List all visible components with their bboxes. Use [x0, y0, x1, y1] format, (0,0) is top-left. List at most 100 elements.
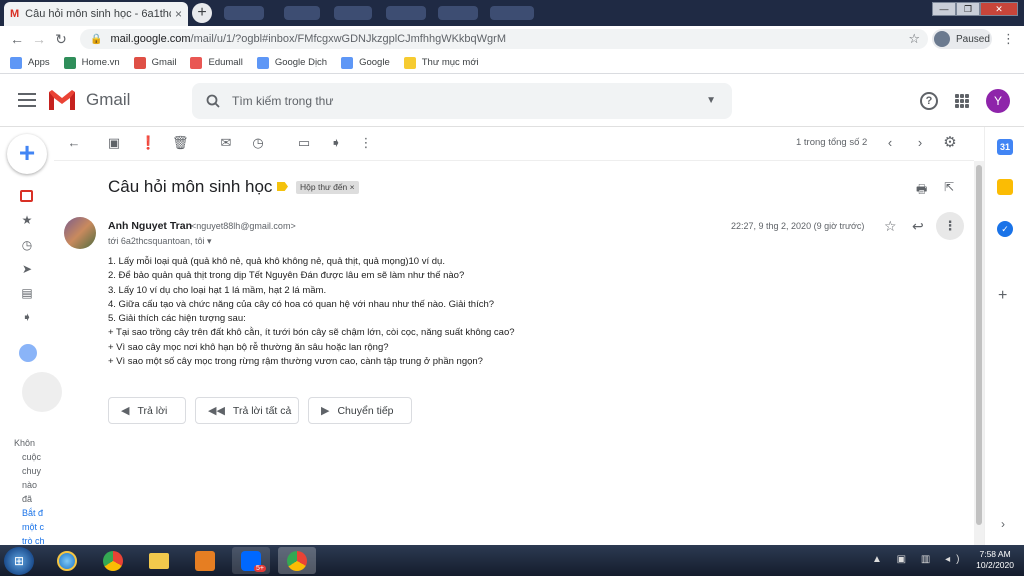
archive-icon[interactable]: ▣ [106, 135, 122, 151]
bookmark-item[interactable]: Apps [10, 56, 50, 69]
account-avatar[interactable]: Y [986, 89, 1010, 113]
sent-icon[interactable]: ➤ [20, 262, 34, 276]
scrollbar[interactable] [974, 161, 984, 545]
close-window-button[interactable]: ✕ [980, 2, 1018, 16]
folder-icon [403, 56, 416, 69]
calendar-icon[interactable]: 31 [997, 139, 1013, 155]
forward-button[interactable]: ▶ Chuyển tiếp [308, 397, 412, 424]
hangouts-text-fragment: đã [22, 494, 33, 504]
bookmark-item[interactable]: Home.vn [63, 56, 120, 69]
keep-icon[interactable] [997, 179, 1013, 195]
body-line: + Vì sao cây mọc nơi khô hạn bộ rễ thườn… [108, 341, 389, 353]
chrome-icon [103, 550, 123, 571]
label-icon[interactable]: ➧ [328, 135, 344, 151]
recipients[interactable]: tới 6a2thcsquantoan, tôi ▾ [108, 236, 212, 247]
reply-all-button[interactable]: ◀◀ Trả lời tất cả [195, 397, 299, 424]
background-tab[interactable] [490, 6, 534, 20]
message-body: 1. Lấy mỗi loại quả (quả khô nẻ, quả khô… [108, 255, 515, 369]
background-tab[interactable] [334, 6, 372, 20]
snooze-icon[interactable]: ◷ [250, 135, 266, 151]
reply-button[interactable]: ◀ Trả lời [108, 397, 186, 424]
bookmark-item[interactable]: Google Dịch [256, 56, 327, 69]
drafts-icon[interactable]: ▤ [20, 286, 34, 300]
snoozed-icon[interactable]: ◷ [20, 238, 34, 252]
bookmark-item[interactable]: Gmail [133, 56, 176, 69]
back-arrow-icon[interactable]: ← [6, 31, 28, 47]
starred-icon[interactable]: ★ [20, 213, 34, 227]
background-tab[interactable] [438, 6, 478, 20]
system-clock[interactable]: 7:58 AM 10/2/2020 [976, 549, 1014, 571]
search-icon[interactable] [206, 94, 220, 108]
taskbar-media[interactable] [186, 547, 224, 574]
print-icon[interactable]: 🖶 [916, 180, 927, 201]
tab-close-icon[interactable]: × [175, 7, 182, 21]
taskbar-zalo[interactable]: 5+ [232, 547, 270, 574]
bookmark-label: Google [359, 57, 390, 68]
tab-title: Câu hỏi môn sinh học - 6a1thcsq [25, 8, 171, 20]
clock-time: 7:58 AM [979, 549, 1011, 559]
help-icon[interactable]: ? [920, 92, 938, 110]
message-timestamp: 22:27, 9 thg 2, 2020 (9 giờ trước) [731, 221, 865, 231]
system-tray-icons[interactable]: ▲ ▣ ▥ ◂) [872, 554, 965, 565]
star-icon[interactable]: ☆ [884, 218, 897, 235]
new-tab-button[interactable]: + [192, 3, 212, 23]
labels-icon[interactable]: ➧ [20, 310, 34, 324]
more-actions-icon[interactable]: ⋮ [358, 135, 374, 151]
background-tab[interactable] [224, 6, 264, 20]
expand-panel-icon[interactable]: › [1001, 517, 1005, 531]
forward-label: Chuyển tiếp [337, 404, 394, 417]
reload-icon[interactable]: ↻ [50, 31, 72, 48]
browser-menu-icon[interactable]: ⋮ [1002, 32, 1015, 45]
delete-icon[interactable]: 🗑 [172, 135, 189, 151]
newer-chevron-icon[interactable]: ‹ [882, 135, 898, 151]
main-menu-icon[interactable] [18, 93, 36, 111]
hangouts-text-fragment: một c [22, 522, 45, 532]
important-marker-icon[interactable] [277, 182, 288, 191]
bookmark-item[interactable]: Google [341, 56, 390, 69]
browser-tab[interactable]: M Câu hỏi môn sinh học - 6a1thcsq × [4, 2, 188, 26]
taskbar-explorer[interactable] [140, 547, 178, 574]
add-addon-icon[interactable]: + [998, 287, 1007, 305]
minimize-button[interactable]: — [932, 2, 956, 16]
gmail-logo[interactable]: Gmail [48, 89, 130, 111]
settings-gear-icon[interactable]: ⚙ [942, 135, 958, 151]
tasks-icon[interactable]: ✓ [997, 221, 1013, 237]
open-new-window-icon[interactable]: ⇱ [944, 180, 954, 194]
search-options-icon[interactable]: ▼ [706, 95, 716, 106]
background-tab[interactable] [284, 6, 320, 20]
search-box[interactable]: Tìm kiếm trong thư ▼ [192, 83, 732, 119]
bookmark-item[interactable]: Thư mục mới [403, 56, 479, 69]
inbox-icon[interactable] [20, 190, 33, 202]
profile-button[interactable]: Paused [932, 29, 992, 49]
taskbar-chrome-active[interactable] [278, 547, 316, 574]
mark-unread-icon[interactable]: ✉ [218, 135, 234, 151]
address-bar[interactable]: 🔒 mail.google.com/mail/u/1/?ogbl#inbox/F… [80, 29, 928, 49]
inbox-label-chip[interactable]: Hộp thư đến × [296, 181, 359, 194]
bookmark-star-icon[interactable]: ☆ [908, 31, 920, 47]
hangouts-text-fragment: chuy [22, 466, 42, 476]
older-chevron-icon[interactable]: › [912, 135, 928, 151]
back-to-inbox-icon[interactable]: ← [66, 135, 82, 151]
bookmark-label: Apps [28, 57, 50, 68]
taskbar-chrome[interactable] [94, 547, 132, 574]
move-to-icon[interactable]: ▭ [296, 135, 312, 151]
background-tab[interactable] [386, 6, 426, 20]
browser-toolbar: ← → ↻ 🔒 mail.google.com/mail/u/1/?ogbl#i… [0, 26, 1024, 52]
window-controls: — ❐ ✕ [932, 2, 1018, 16]
message-more-icon[interactable]: ⋮ [936, 212, 964, 240]
start-button[interactable]: ⊞ [4, 547, 34, 575]
google-apps-icon[interactable] [955, 94, 969, 108]
reply-icon[interactable]: ↩ [912, 218, 924, 235]
message-toolbar: ← ▣ ❗ 🗑 ✉ ◷ ▭ ➧ ⋮ 1 trong tổng số 2 ‹ › … [54, 127, 974, 161]
hangouts-avatar-icon[interactable] [19, 344, 37, 362]
compose-button[interactable]: + [7, 134, 47, 174]
maximize-button[interactable]: ❐ [956, 2, 980, 16]
report-spam-icon[interactable]: ❗ [140, 135, 156, 151]
taskbar-ie[interactable] [48, 547, 86, 574]
bookmark-item[interactable]: Edumall [190, 56, 243, 69]
scrollbar-thumb[interactable] [976, 165, 982, 525]
chrome-active-icon [287, 550, 307, 571]
forward-arrow-icon[interactable]: → [28, 31, 50, 47]
side-panel: 31 ✓ + › [984, 127, 1024, 545]
recipients-dropdown-icon[interactable]: ▾ [207, 236, 212, 246]
